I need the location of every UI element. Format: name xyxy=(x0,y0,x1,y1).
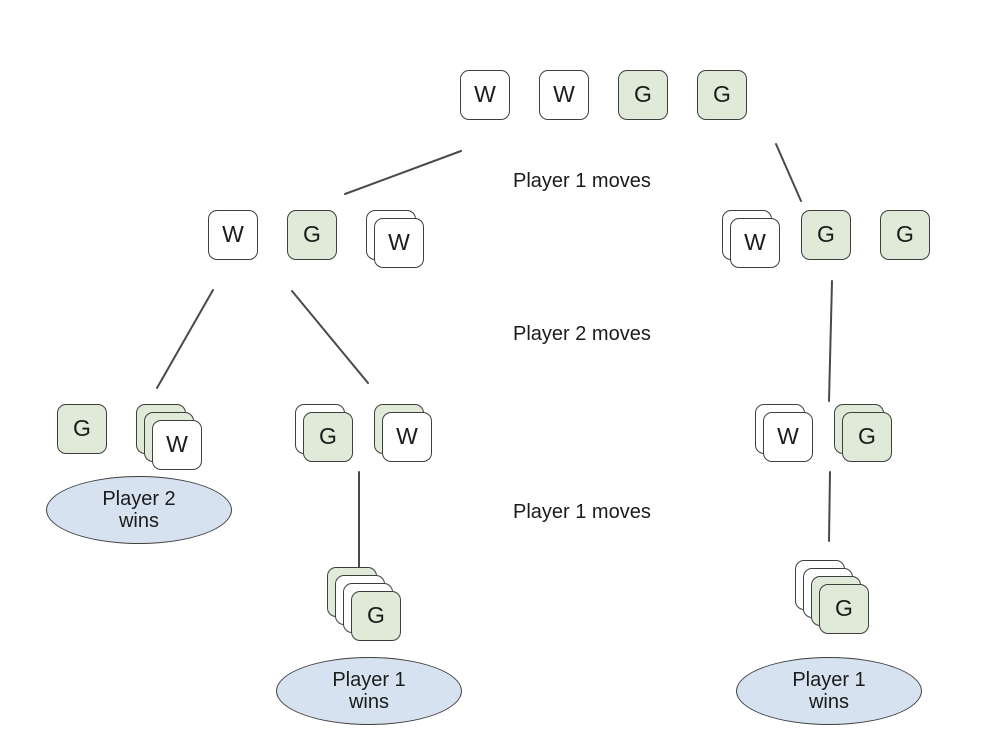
card-label: G xyxy=(303,221,321,247)
diagram-canvas: W W G G W G W W G G G W G W W G G G Player 1 moves Player … xyxy=(0,0,1000,756)
card-face-g[interactable]: G xyxy=(842,412,892,462)
card-stack[interactable]: W xyxy=(539,70,589,120)
card-stack[interactable]: G xyxy=(618,70,668,120)
card-stack[interactable]: W xyxy=(460,70,510,120)
card-stack[interactable]: G xyxy=(327,567,401,641)
card-stack[interactable]: G xyxy=(880,210,930,260)
card-label: W xyxy=(166,431,188,457)
card-face-g[interactable]: G xyxy=(819,584,869,634)
card-stack[interactable]: W xyxy=(366,210,424,268)
edge-right-to-bottom xyxy=(828,471,831,542)
outcome-player1-wins-middle[interactable]: Player 1 wins xyxy=(276,657,462,725)
card-label: G xyxy=(367,602,385,628)
card-label: W xyxy=(388,229,410,255)
card-label: W xyxy=(222,221,244,247)
card-label: W xyxy=(744,229,766,255)
card-stack[interactable]: W xyxy=(136,404,202,470)
card-label: G xyxy=(319,423,337,449)
card-stack[interactable]: G xyxy=(795,560,869,634)
card-label: G xyxy=(73,415,91,441)
card-face-w[interactable]: W xyxy=(208,210,258,260)
card-label: W xyxy=(474,81,496,107)
card-stack[interactable]: W xyxy=(755,404,813,462)
outcome-line-1: Player 2 xyxy=(102,487,176,510)
card-face-g[interactable]: G xyxy=(351,591,401,641)
card-stack[interactable]: W xyxy=(722,210,780,268)
card-face-w[interactable]: W xyxy=(763,412,813,462)
card-face-g[interactable]: G xyxy=(303,412,353,462)
stage-label-1: Player 1 moves xyxy=(513,170,651,192)
card-stack[interactable]: W xyxy=(208,210,258,260)
outcome-text: Player 1 wins xyxy=(332,669,405,714)
outcome-line-1: Player 1 xyxy=(792,668,866,691)
card-stack[interactable]: W xyxy=(374,404,432,462)
card-stack[interactable]: G xyxy=(834,404,892,462)
outcome-line-1: Player 1 xyxy=(332,668,406,691)
outcome-line-2: wins xyxy=(118,510,159,532)
card-face-g[interactable]: G xyxy=(697,70,747,120)
card-face-w[interactable]: W xyxy=(382,412,432,462)
card-label: G xyxy=(634,81,652,107)
card-face-g[interactable]: G xyxy=(880,210,930,260)
stage-label-3: Player 1 moves xyxy=(513,501,651,523)
card-stack[interactable]: G xyxy=(801,210,851,260)
card-face-g[interactable]: G xyxy=(801,210,851,260)
edge-left-to-midchild xyxy=(291,290,369,384)
card-face-g[interactable]: G xyxy=(618,70,668,120)
card-label: W xyxy=(396,423,418,449)
card-face-g[interactable]: G xyxy=(57,404,107,454)
edge-right-to-child xyxy=(828,280,833,402)
outcome-player1-wins-right[interactable]: Player 1 wins xyxy=(736,657,922,725)
edge-root-to-right xyxy=(775,143,802,202)
card-face-w[interactable]: W xyxy=(730,218,780,268)
card-face-w[interactable]: W xyxy=(460,70,510,120)
card-label: W xyxy=(553,81,575,107)
card-label: G xyxy=(835,595,853,621)
card-face-w[interactable]: W xyxy=(539,70,589,120)
card-face-w[interactable]: W xyxy=(374,218,424,268)
card-label: W xyxy=(777,423,799,449)
outcome-text: Player 2 wins xyxy=(102,488,175,533)
outcome-player2-wins[interactable]: Player 2 wins xyxy=(46,476,232,544)
card-label: G xyxy=(713,81,731,107)
card-stack[interactable]: G xyxy=(57,404,107,454)
outcome-line-2: wins xyxy=(348,691,389,713)
card-label: G xyxy=(858,423,876,449)
card-face-w[interactable]: W xyxy=(152,420,202,470)
edge-root-to-left xyxy=(344,150,462,195)
stage-label-2: Player 2 moves xyxy=(513,323,651,345)
card-label: G xyxy=(896,221,914,247)
outcome-line-2: wins xyxy=(808,691,849,713)
edge-left-to-leftchild xyxy=(156,289,214,389)
card-stack[interactable]: G xyxy=(295,404,353,462)
card-stack[interactable]: G xyxy=(287,210,337,260)
outcome-text: Player 1 wins xyxy=(792,669,865,714)
card-label: G xyxy=(817,221,835,247)
card-face-g[interactable]: G xyxy=(287,210,337,260)
card-stack[interactable]: G xyxy=(697,70,747,120)
